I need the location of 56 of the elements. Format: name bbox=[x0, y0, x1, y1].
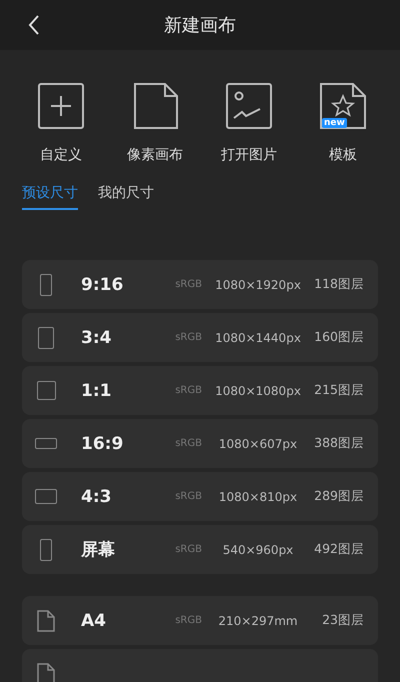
preset-card[interactable]: 3:4 sRGB 1080×1440px 160图层 bbox=[22, 313, 378, 362]
preset-card[interactable]: 1:1 sRGB 1080×1080px 215图层 bbox=[22, 366, 378, 415]
aspect-ratio-icon bbox=[40, 538, 52, 560]
aspect-ratio-icon bbox=[35, 489, 57, 504]
canvas-size: 540×960px bbox=[222, 542, 294, 556]
color-space: sRGB bbox=[175, 332, 202, 343]
paper-card[interactable]: A4 sRGB 210×297mm 23图层 bbox=[22, 596, 378, 645]
layer-count: 388图层 bbox=[313, 435, 364, 452]
color-space: sRGB bbox=[175, 279, 202, 290]
layer-count: 492图层 bbox=[313, 541, 364, 558]
color-space: sRGB bbox=[175, 438, 202, 449]
layer-count: 23图层 bbox=[321, 612, 364, 629]
aspect-ratio-icon bbox=[36, 381, 56, 400]
canvas-size: 1080×1080px bbox=[214, 384, 302, 398]
preset-card[interactable]: 4:3 sRGB 1080×810px 289图层 bbox=[22, 472, 378, 521]
color-space: sRGB bbox=[175, 544, 202, 555]
canvas-size: 1080×1440px bbox=[214, 330, 302, 344]
document-icon bbox=[37, 662, 55, 682]
preset-name: 屏幕 bbox=[81, 539, 116, 561]
tab[interactable]: 预设尺寸 bbox=[22, 182, 78, 210]
document-icon bbox=[37, 610, 55, 632]
new-badge: new bbox=[322, 118, 347, 128]
action-button[interactable]: 自定义 bbox=[18, 82, 104, 182]
aspect-ratio-icon bbox=[40, 274, 52, 296]
action-button[interactable]: 打开图片 bbox=[206, 82, 292, 182]
canvas-size: 210×297mm bbox=[217, 614, 299, 628]
plus-icon bbox=[37, 82, 85, 130]
preset-card[interactable]: 9:16 sRGB 1080×1920px 118图层 bbox=[22, 260, 378, 309]
color-space: sRGB bbox=[175, 385, 202, 396]
color-space: sRGB bbox=[175, 491, 202, 502]
preset-name: 9:16 bbox=[81, 274, 124, 294]
canvas-size: 1080×607px bbox=[218, 436, 298, 450]
preset-name: 1:1 bbox=[81, 380, 112, 400]
preset-card[interactable]: 屏幕 sRGB 540×960px 492图层 bbox=[22, 525, 378, 574]
layer-count: 289图层 bbox=[313, 488, 364, 505]
action-button[interactable]: 像素画布 bbox=[112, 82, 198, 182]
star-page-icon bbox=[319, 82, 367, 130]
layer-count: 215图层 bbox=[313, 382, 364, 399]
preset-card[interactable]: 16:9 sRGB 1080×607px 388图层 bbox=[22, 419, 378, 468]
preset-name: 4:3 bbox=[81, 486, 112, 506]
paper-name: A4 bbox=[81, 610, 107, 630]
layer-count: 118图层 bbox=[313, 276, 364, 293]
action-button[interactable]: new 模板 bbox=[300, 82, 386, 182]
aspect-ratio-icon bbox=[35, 438, 57, 449]
color-space: sRGB bbox=[175, 615, 202, 626]
preset-name: 16:9 bbox=[81, 434, 124, 454]
tab[interactable]: 我的尺寸 bbox=[98, 182, 154, 210]
canvas-size: 1080×810px bbox=[218, 490, 298, 504]
page-title: 新建画布 bbox=[164, 14, 236, 37]
canvas-size: 1080×1920px bbox=[214, 278, 302, 292]
aspect-ratio-icon bbox=[38, 326, 54, 348]
image-icon bbox=[225, 82, 273, 130]
back-icon[interactable] bbox=[28, 14, 40, 36]
page-icon bbox=[131, 82, 179, 130]
layer-count: 160图层 bbox=[313, 329, 364, 346]
preset-name: 3:4 bbox=[81, 328, 112, 348]
